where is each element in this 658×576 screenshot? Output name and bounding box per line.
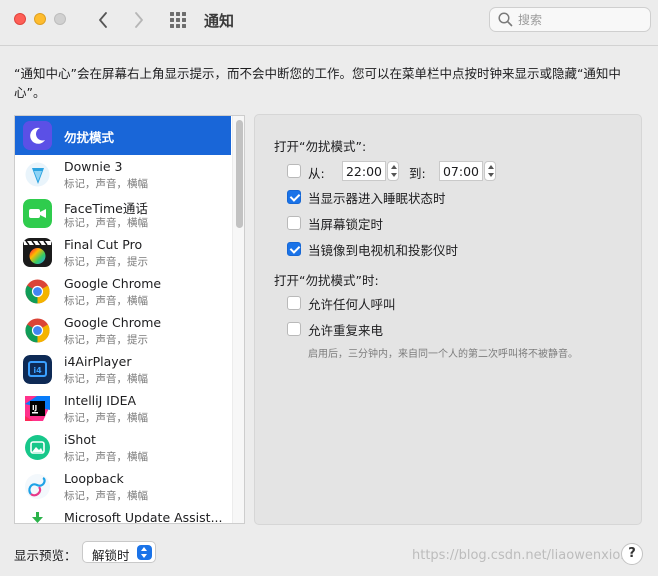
from-time-stepper[interactable] (387, 161, 399, 181)
ishot-app-icon (23, 433, 52, 462)
screen-locked-checkbox[interactable] (287, 216, 301, 230)
intellij-app-icon: IJ (23, 394, 52, 423)
updown-chevron-icon (137, 545, 152, 560)
chevron-right-icon (135, 12, 143, 28)
app-name: Final Cut Pro (64, 237, 143, 252)
dnd-settings-panel: 打开“勿扰模式”: 从: 22:00 到: 07:00 当显示器进入睡眠状态时 … (254, 114, 642, 525)
from-time-field[interactable]: 22:00 (342, 161, 386, 181)
app-alert-style: 标记，声音，横幅 (64, 490, 148, 502)
svg-text:IJ: IJ (32, 404, 37, 412)
microsoft-update-app-icon (23, 511, 52, 523)
app-alert-style: 标记，声音，横幅 (64, 217, 148, 229)
facetime-app-icon (23, 199, 52, 228)
app-name: Google Chrome (64, 276, 162, 291)
app-alert-style: 标记，声音，横幅 (64, 373, 148, 385)
i4airplayer-app-icon: i4 (23, 355, 52, 384)
app-name: IntelliJ IDEA (64, 393, 137, 408)
list-item-intellij[interactable]: IJ IntelliJ IDEA 标记，声音，横幅 (15, 389, 231, 428)
app-name: Loopback (64, 471, 124, 486)
app-alert-style: 标记，声音，横幅 (64, 295, 148, 307)
show-previews-label: 显示预览： (14, 548, 77, 563)
list-item-final-cut-pro[interactable]: Final Cut Pro 标记，声音，提示 (15, 233, 231, 272)
screen-locked-label: 当屏幕锁定时 (308, 217, 384, 232)
to-time-stepper[interactable] (484, 161, 496, 181)
allow-repeated-calls-checkbox[interactable] (287, 322, 301, 336)
app-list-scrollbar[interactable] (232, 116, 244, 523)
downie-app-icon (23, 160, 52, 189)
svg-text:i4: i4 (33, 366, 42, 375)
scroll-thumb[interactable] (236, 120, 243, 228)
to-time-field[interactable]: 07:00 (439, 161, 483, 181)
app-alert-style: 标记，声音，横幅 (64, 451, 148, 463)
list-item-facetime[interactable]: FaceTime通话 标记，声音，横幅 (15, 194, 231, 233)
chrome-app-icon (23, 316, 52, 345)
app-name: iShot (64, 432, 96, 447)
list-item-chrome-2[interactable]: Google Chrome 标记，声音，提示 (15, 311, 231, 350)
final-cut-pro-app-icon (23, 238, 52, 267)
list-item-i4airplayer[interactable]: i4 i4AirPlayer 标记，声音，横幅 (15, 350, 231, 389)
list-item-chrome-1[interactable]: Google Chrome 标记，声音，横幅 (15, 272, 231, 311)
list-item-downie[interactable]: Downie 3 标记，声音，横幅 (15, 155, 231, 194)
from-label: 从: (308, 166, 325, 181)
window-title: 通知 (204, 12, 235, 30)
zoom-window-button[interactable] (54, 13, 66, 25)
allow-repeated-calls-label: 允许重复来电 (308, 323, 384, 338)
display-sleep-checkbox[interactable] (287, 190, 301, 204)
app-name: Microsoft Update Assist... (64, 510, 223, 524)
app-name: Google Chrome (64, 315, 162, 330)
search-box[interactable] (489, 7, 651, 32)
app-list[interactable]: 勿扰模式 Downie 3 标记，声音，横幅 FaceTime通话 标记，声音，… (14, 115, 245, 524)
repeated-calls-hint: 启用后，三分钟内，来自同一个人的第二次呼叫将不被静音。 (308, 349, 578, 360)
allow-anyone-calls-checkbox[interactable] (287, 296, 301, 310)
schedule-checkbox[interactable] (287, 164, 301, 178)
app-name: 勿扰模式 (64, 130, 115, 145)
when-dnd-on-heading: 打开“勿扰模式”时: (274, 273, 379, 288)
app-name: Downie 3 (64, 159, 123, 174)
search-input[interactable] (518, 11, 643, 28)
to-label: 到: (409, 166, 426, 181)
list-item-loopback[interactable]: Loopback 标记，声音，横幅 (15, 467, 231, 506)
allow-anyone-calls-label: 允许任何人呼叫 (308, 297, 396, 312)
moon-icon (23, 121, 52, 150)
description-text: “通知中心”会在屏幕右上角显示提示，而不会中断您的工作。您可以在菜单栏中点按时钟… (14, 66, 621, 100)
app-name: i4AirPlayer (64, 354, 132, 369)
close-window-button[interactable] (14, 13, 26, 25)
forward-button[interactable] (129, 9, 149, 31)
mirroring-checkbox[interactable] (287, 242, 301, 256)
show-previews-value: 解锁时 (92, 548, 130, 563)
app-alert-style: 标记，声音，提示 (64, 256, 148, 268)
app-alert-style: 标记，声音，横幅 (64, 412, 148, 424)
mirroring-label: 当镜像到电视机和投影仪时 (308, 243, 459, 258)
loopback-app-icon (23, 472, 52, 501)
chevron-left-icon (99, 12, 107, 28)
chrome-app-icon (23, 277, 52, 306)
app-alert-style: 标记，声音，提示 (64, 334, 148, 346)
app-alert-style: 标记，声音，横幅 (64, 178, 148, 190)
list-item-ishot[interactable]: iShot 标记，声音，横幅 (15, 428, 231, 467)
show-all-button[interactable] (170, 12, 190, 28)
help-button[interactable]: ? (621, 543, 643, 565)
show-previews-popup[interactable]: 解锁时 (82, 541, 156, 563)
toolbar: 通知 (0, 0, 658, 46)
watermark: https://blog.csdn.net/liaowenxiong (412, 548, 637, 563)
display-sleep-label: 当显示器进入睡眠状态时 (308, 191, 446, 206)
list-item-microsoft-update[interactable]: Microsoft Update Assist... (15, 506, 231, 524)
minimize-window-button[interactable] (34, 13, 46, 25)
back-button[interactable] (93, 9, 113, 31)
search-icon (498, 12, 513, 27)
turn-on-dnd-heading: 打开“勿扰模式”: (274, 139, 367, 154)
list-item-do-not-disturb[interactable]: 勿扰模式 (15, 116, 231, 155)
